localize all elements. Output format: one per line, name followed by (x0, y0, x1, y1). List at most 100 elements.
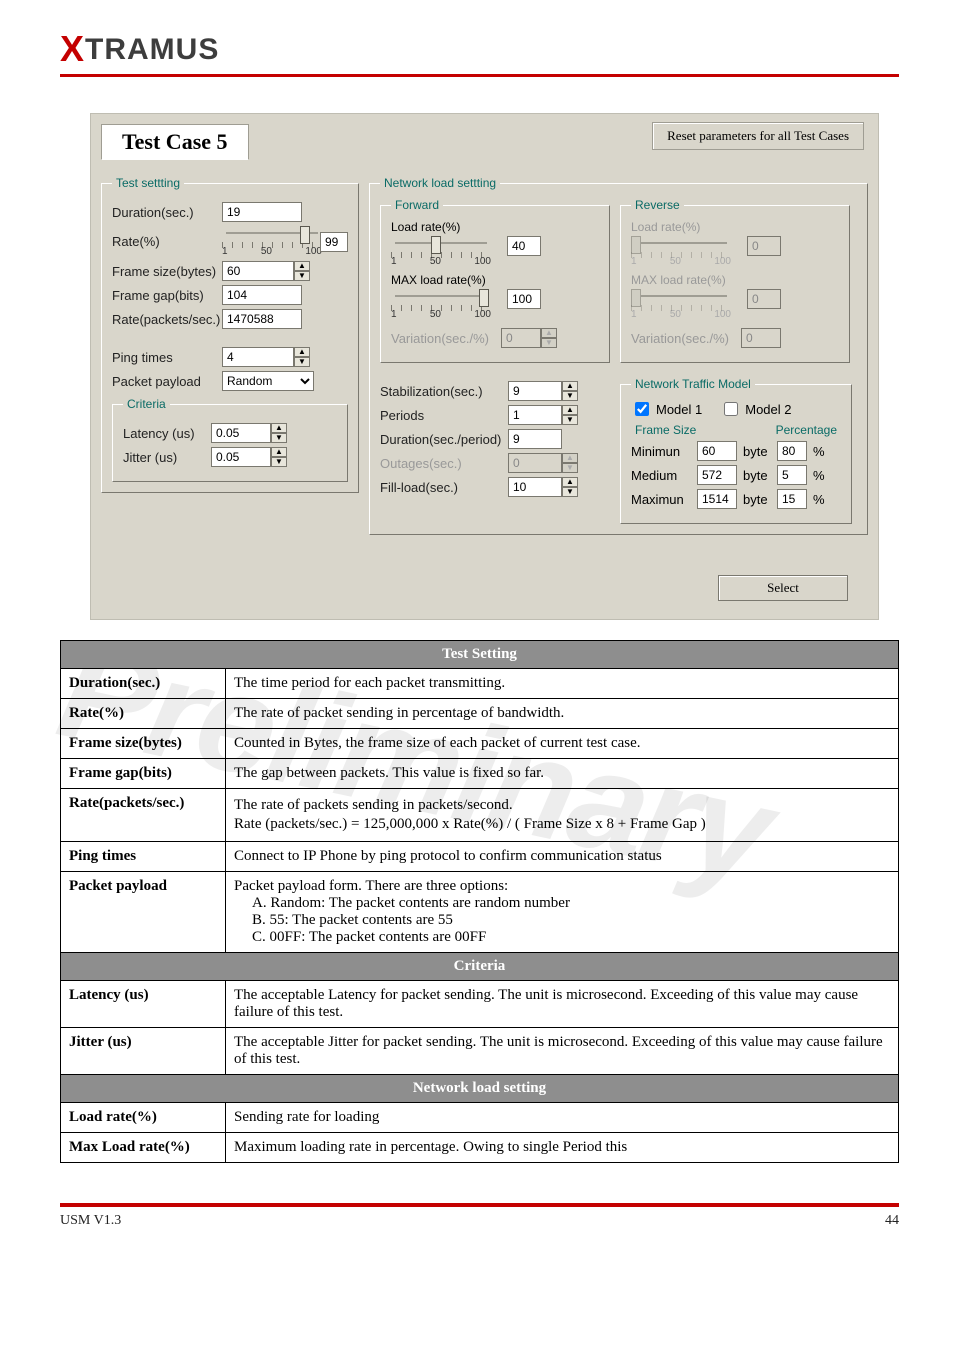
spin-up[interactable]: ▲ (562, 381, 578, 391)
spin-up: ▲ (541, 328, 557, 338)
spin-up[interactable]: ▲ (562, 477, 578, 487)
frame-gap-input[interactable] (222, 285, 302, 305)
reverse-variation-input (741, 328, 781, 348)
spin-up[interactable]: ▲ (271, 447, 287, 457)
spin-down[interactable]: ▼ (271, 457, 287, 467)
spin-down[interactable]: ▼ (294, 357, 310, 367)
test-setting-group: Test settting Duration(sec.) Rate(%) 150… (101, 176, 359, 493)
reverse-load-rate-slider (631, 236, 731, 250)
reverse-max-load-input (747, 289, 781, 309)
ntm-med-pct[interactable] (777, 465, 807, 485)
rate-slider[interactable] (222, 226, 322, 240)
periods-spin[interactable]: ▲▼ (508, 405, 578, 425)
rate-pps-input[interactable] (222, 309, 302, 329)
spin-down: ▼ (562, 463, 578, 473)
forward-load-rate-input[interactable] (507, 236, 541, 256)
ntm-max-value[interactable] (697, 489, 737, 509)
duration-per-period-label: Duration(sec./period) (380, 432, 508, 447)
model1-checkbox[interactable]: Model 1 (631, 399, 702, 419)
spin-down[interactable]: ▼ (562, 415, 578, 425)
spin-up: ▲ (562, 453, 578, 463)
duration-per-period-input[interactable] (508, 429, 562, 449)
tab-test-case-5[interactable]: Test Case 5 (101, 124, 249, 160)
duration-input[interactable] (222, 202, 302, 222)
fill-load-input[interactable] (508, 477, 562, 497)
table-row: Frame gap(bits) The gap between packets.… (61, 759, 899, 789)
rate-label: Rate(%) (112, 234, 222, 249)
reverse-load-rate-input (747, 236, 781, 256)
ntm-max-pct[interactable] (777, 489, 807, 509)
section-test-setting: Test Setting (61, 641, 899, 669)
percentage-heading: Percentage (776, 423, 837, 437)
model1-cb-input[interactable] (635, 402, 649, 416)
reverse-group: Reverse Load rate(%) 150100 MAX load rat… (620, 198, 850, 363)
spin-down[interactable]: ▼ (562, 487, 578, 497)
spin-down: ▼ (541, 338, 557, 348)
frame-size-input[interactable] (222, 261, 294, 281)
reverse-max-load-slider (631, 289, 731, 303)
forward-legend: Forward (391, 198, 443, 212)
payload-label: Packet payload (112, 374, 222, 389)
latency-label: Latency (us) (123, 426, 211, 441)
spin-down[interactable]: ▼ (562, 391, 578, 401)
periods-input[interactable] (508, 405, 562, 425)
jitter-label: Jitter (us) (123, 450, 211, 465)
stabilization-spin[interactable]: ▲▼ (508, 381, 578, 401)
table-row: Latency (us) The acceptable Latency for … (61, 981, 899, 1028)
footer-left: USM V1.3 (60, 1213, 121, 1229)
test-setting-legend: Test settting (112, 176, 184, 190)
jitter-input[interactable] (211, 447, 271, 467)
table-row: Rate(packets/sec.) The rate of packets s… (61, 789, 899, 842)
header-rule (60, 74, 899, 77)
table-row: Ping times Connect to IP Phone by ping p… (61, 842, 899, 872)
ping-spin[interactable]: ▲▼ (222, 347, 310, 367)
jitter-spin[interactable]: ▲▼ (211, 447, 287, 467)
spin-up[interactable]: ▲ (294, 261, 310, 271)
forward-max-load-label: MAX load rate(%) (391, 273, 599, 287)
fill-load-spin[interactable]: ▲▼ (508, 477, 578, 497)
ntm-min-pct[interactable] (777, 441, 807, 461)
spin-down[interactable]: ▼ (271, 433, 287, 443)
criteria-legend: Criteria (123, 397, 170, 411)
frame-size-spin[interactable]: ▲▼ (222, 261, 310, 281)
spin-up[interactable]: ▲ (271, 423, 287, 433)
outages-input (508, 453, 562, 473)
brand-logo: XTRAMUS (60, 28, 899, 70)
forward-load-rate-slider[interactable] (391, 236, 491, 250)
stabilization-input[interactable] (508, 381, 562, 401)
ntm-min-value[interactable] (697, 441, 737, 461)
forward-max-load-slider[interactable] (391, 289, 491, 303)
rate-value[interactable] (320, 232, 348, 252)
latency-spin[interactable]: ▲▼ (211, 423, 287, 443)
ping-label: Ping times (112, 350, 222, 365)
latency-input[interactable] (211, 423, 271, 443)
forward-max-load-input[interactable] (507, 289, 541, 309)
forward-variation-label: Variation(sec./%) (391, 331, 501, 346)
model2-cb-input[interactable] (724, 402, 738, 416)
ntm-med-value[interactable] (697, 465, 737, 485)
spin-up[interactable]: ▲ (562, 405, 578, 415)
tab-label: Test Case 5 (122, 129, 228, 154)
footer-rule (60, 1203, 899, 1207)
model2-checkbox[interactable]: Model 2 (720, 399, 791, 419)
reset-button[interactable]: Reset parameters for all Test Cases (652, 122, 864, 150)
select-button-label: Select (767, 580, 799, 595)
reverse-max-load-label: MAX load rate(%) (631, 273, 839, 287)
spin-down[interactable]: ▼ (294, 271, 310, 281)
section-criteria: Criteria (61, 953, 899, 981)
ntm-legend: Network Traffic Model (631, 377, 755, 391)
table-row: Max Load rate(%) Maximum loading rate in… (61, 1133, 899, 1163)
app-window: Test Case 5 Reset parameters for all Tes… (90, 113, 879, 620)
select-button[interactable]: Select (718, 575, 848, 601)
rate-pps-label: Rate(packets/sec.) (112, 312, 222, 327)
payload-select[interactable]: Random (222, 371, 314, 391)
frame-size-label: Frame size(bytes) (112, 264, 222, 279)
criteria-group: Criteria Latency (us) ▲▼ Jitter (us) ▲▼ (112, 397, 348, 482)
spin-up[interactable]: ▲ (294, 347, 310, 357)
duration-label: Duration(sec.) (112, 205, 222, 220)
reverse-load-rate-label: Load rate(%) (631, 220, 839, 234)
reset-button-label: Reset parameters for all Test Cases (667, 128, 849, 143)
ntm-min-label: Minimun (631, 444, 691, 459)
table-row: Rate(%) The rate of packet sending in pe… (61, 699, 899, 729)
ping-input[interactable] (222, 347, 294, 367)
